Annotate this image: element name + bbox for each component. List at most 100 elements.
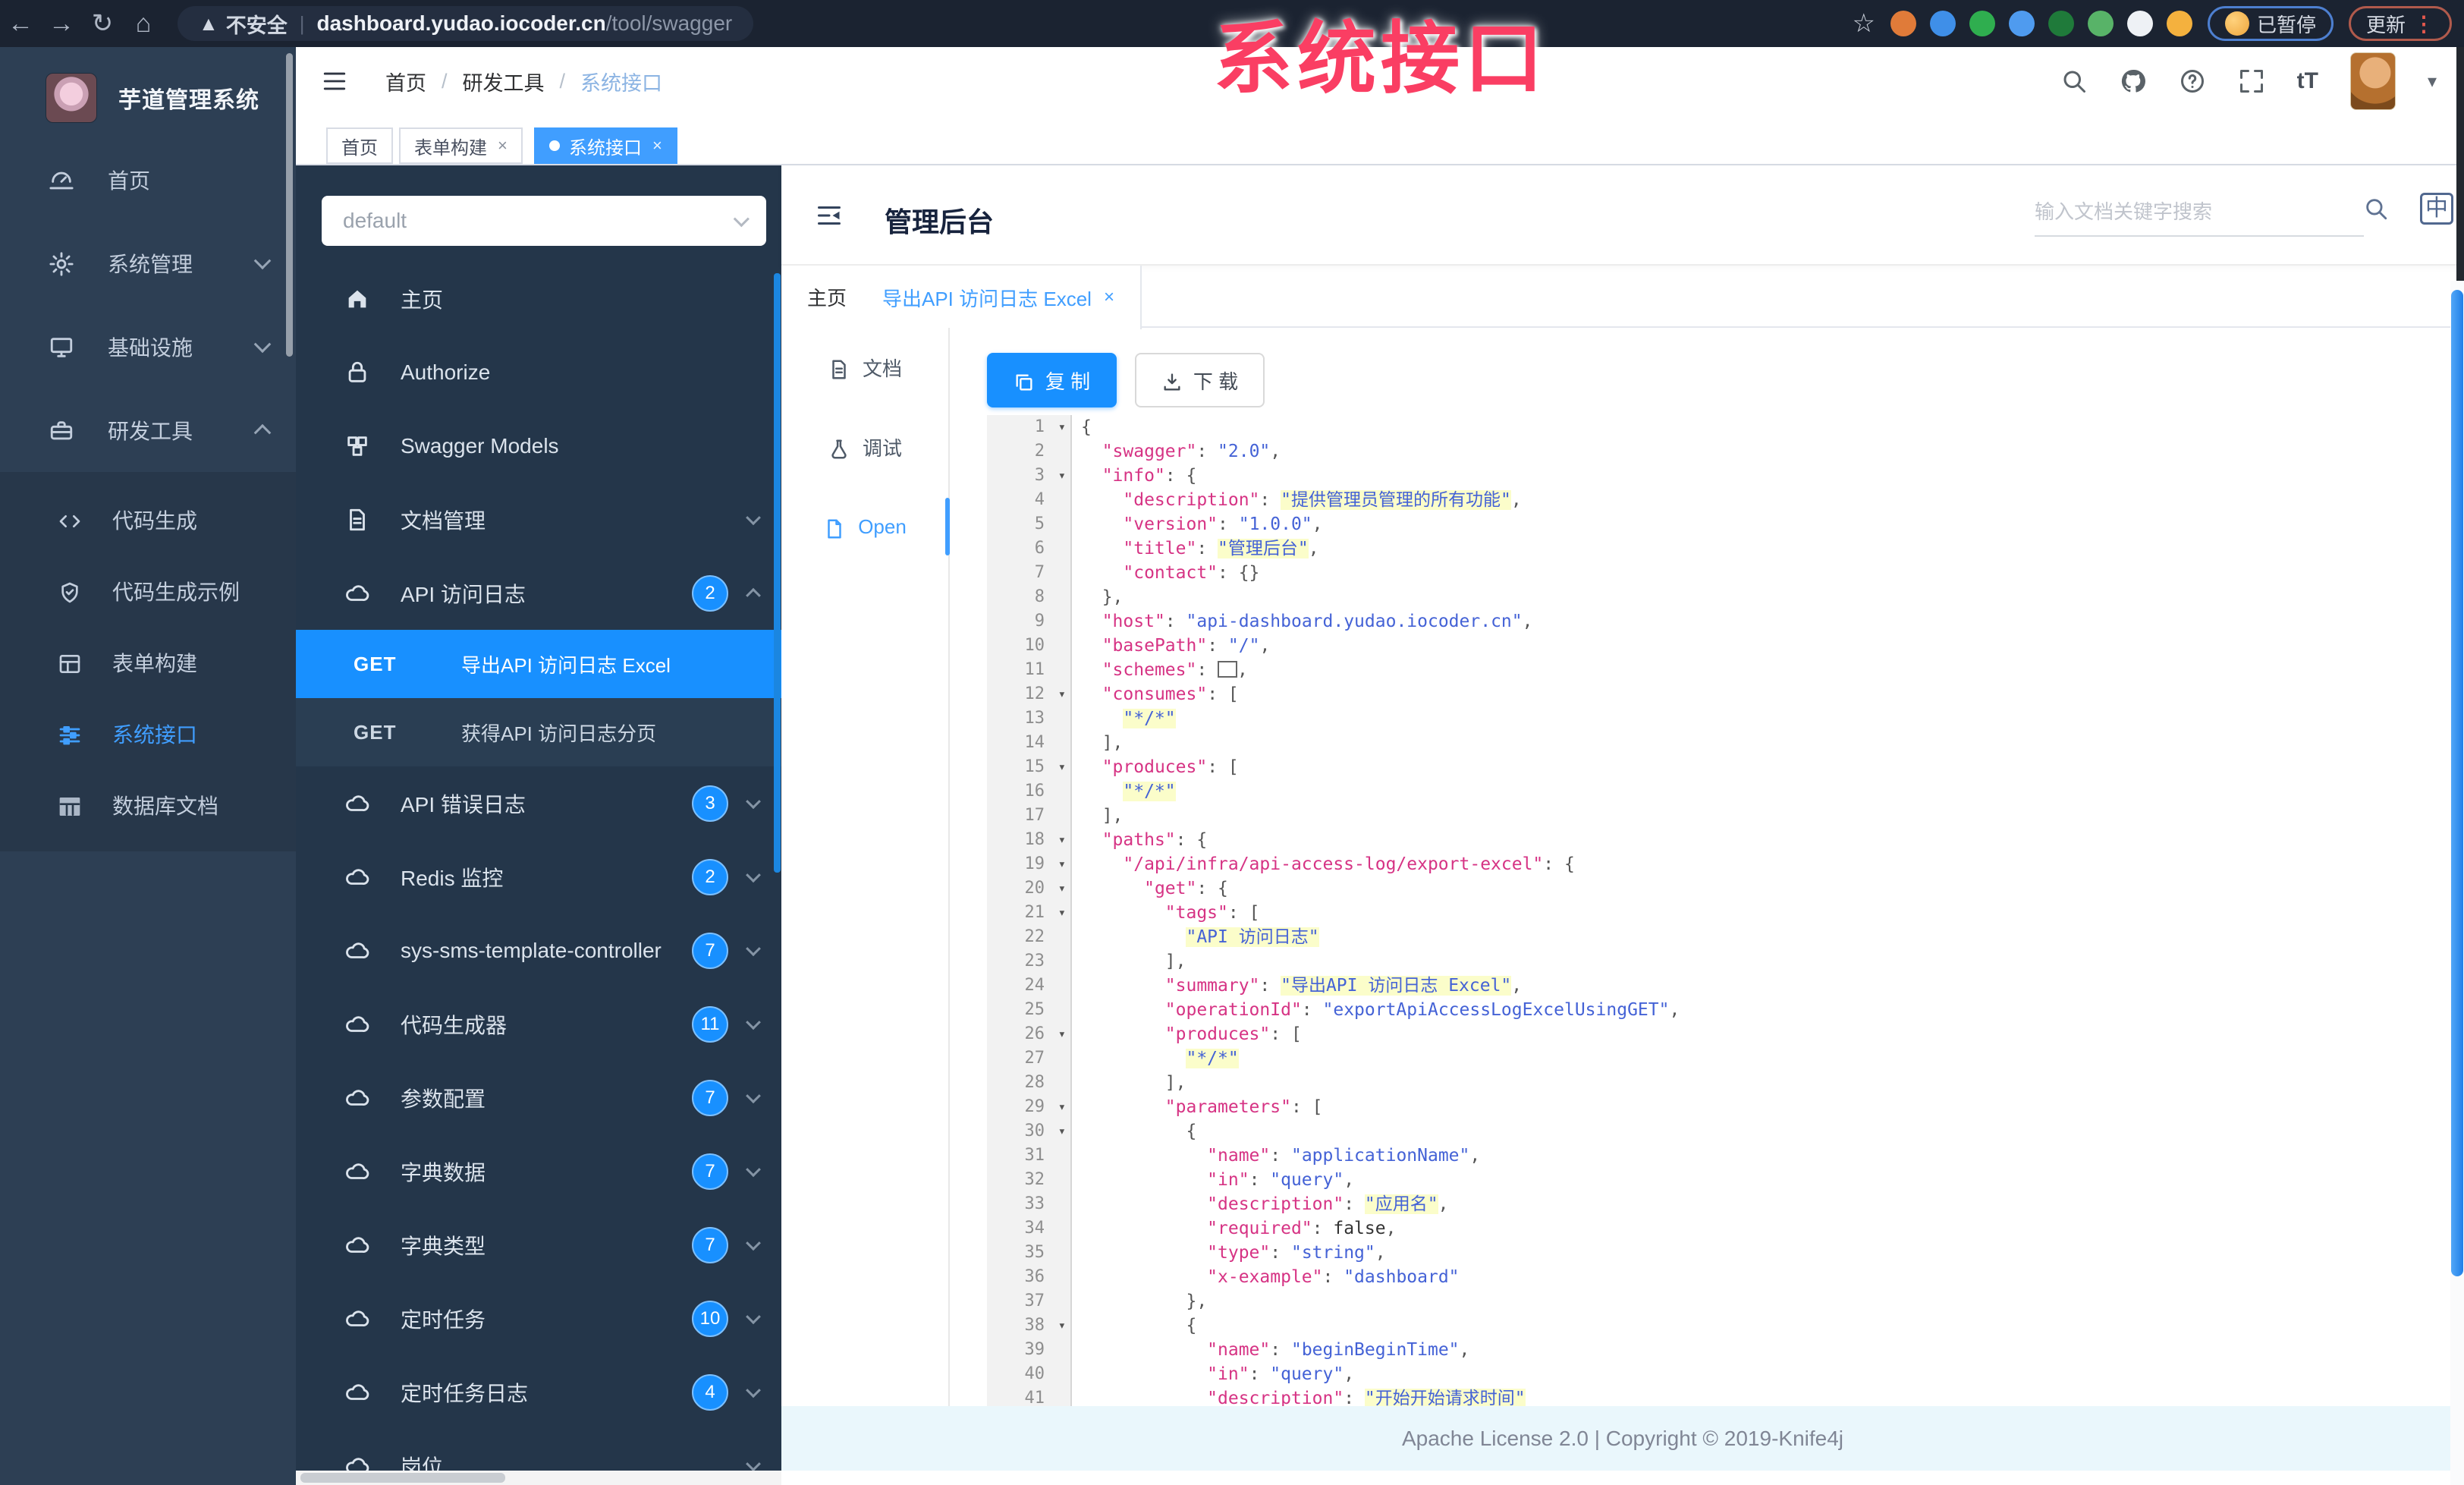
url-host[interactable]: dashboard.yudao.iocoder.cn <box>317 11 606 36</box>
tag-表单构建[interactable]: 表单构建 × <box>399 127 523 164</box>
download-button[interactable]: 下 载 <box>1135 353 1265 407</box>
fold-arrow-icon[interactable]: ▾ <box>1058 828 1066 852</box>
code-line: 27 "*/*" <box>987 1046 2464 1071</box>
sidebar-scrollbar[interactable] <box>286 53 293 357</box>
ext-drop-extension-icon[interactable] <box>1929 11 1956 36</box>
main-scrollbar-thumb[interactable] <box>2451 290 2463 1276</box>
ext-leaf-extension-icon[interactable] <box>2087 11 2114 36</box>
fold-arrow-icon[interactable]: ▾ <box>1058 1095 1066 1119</box>
api-group-API 错误日志[interactable]: API 错误日志 3 <box>296 766 781 840</box>
code-line: 41 "description": "开始开始请求时间" <box>987 1386 2464 1406</box>
mini-nav-调试[interactable]: 调试 <box>781 407 948 487</box>
ext-git-extension-icon[interactable] <box>2048 11 2074 36</box>
avatar-caret-icon[interactable]: ▾ <box>2428 71 2437 93</box>
line-number: 34 <box>987 1216 1072 1241</box>
browser-forward-icon[interactable]: → <box>41 9 82 39</box>
breadcrumb-item[interactable]: 研发工具 <box>463 67 545 96</box>
help-icon[interactable] <box>2179 68 2206 95</box>
ext-green-extension-icon[interactable] <box>1969 11 1995 36</box>
paused-badge[interactable]: 已暂停 <box>2207 6 2334 41</box>
close-icon[interactable]: × <box>498 136 508 156</box>
update-button[interactable]: 更新 ⋮ <box>2348 6 2452 41</box>
copy-button[interactable]: 复 制 <box>987 353 1117 407</box>
tag-系统接口[interactable]: 系统接口 × <box>534 127 677 164</box>
url-path[interactable]: /tool/swagger <box>606 11 733 36</box>
search-icon[interactable] <box>2363 196 2389 222</box>
code-line: 24 "summary": "导出API 访问日志 Excel", <box>987 974 2464 998</box>
api-group-字典数据[interactable]: 字典数据 7 <box>296 1134 781 1208</box>
api-group-主页[interactable]: 主页 <box>296 262 781 335</box>
fold-arrow-icon[interactable]: ▾ <box>1058 682 1066 706</box>
close-icon[interactable]: × <box>1104 287 1114 308</box>
sidebar-item-基础设施[interactable]: 基础设施 <box>0 305 296 389</box>
collapse-icon[interactable] <box>814 202 844 229</box>
api-group-定时任务[interactable]: 定时任务 10 <box>296 1282 781 1355</box>
security-label[interactable]: 不安全 <box>226 9 288 39</box>
api-group-Authorize[interactable]: Authorize <box>296 335 781 409</box>
api-group-sys-sms-template-controller[interactable]: sys-sms-template-controller 7 <box>296 914 781 987</box>
ext-orange-extension-icon[interactable] <box>1890 11 1916 36</box>
bookmark-star-icon[interactable]: ☆ <box>1852 8 1875 39</box>
sidebar-subitem-代码生成示例[interactable]: 代码生成示例 <box>0 555 296 627</box>
address-bar[interactable]: ▲ 不安全 | dashboard.yudao.iocoder.cn /tool… <box>178 6 754 41</box>
fullscreen-icon[interactable] <box>2238 68 2265 95</box>
github-icon[interactable] <box>2120 68 2147 95</box>
breadcrumb-item[interactable]: 首页 <box>385 67 426 96</box>
mini-nav-Open[interactable]: Open <box>781 487 950 567</box>
api-group-文档管理[interactable]: 文档管理 <box>296 483 781 556</box>
api-group-代码生成器[interactable]: 代码生成器 11 <box>296 987 781 1061</box>
api-operation-获得API 访问日志分页[interactable]: GET 获得API 访问日志分页 <box>296 698 781 766</box>
line-number: 31 <box>987 1144 1072 1168</box>
fold-arrow-icon[interactable]: ▾ <box>1058 852 1066 876</box>
browser-reload-icon[interactable]: ↻ <box>82 8 123 39</box>
fold-arrow-icon[interactable]: ▾ <box>1058 1314 1066 1338</box>
sidebar-item-研发工具[interactable]: 研发工具 <box>0 389 296 472</box>
mini-nav-文档[interactable]: 文档 <box>781 328 948 407</box>
fold-arrow-icon[interactable]: ▾ <box>1058 1022 1066 1046</box>
api-group-参数配置[interactable]: 参数配置 7 <box>296 1061 781 1134</box>
browser-menu-icon[interactable]: ⋮ <box>2413 11 2434 36</box>
line-number: 9 <box>987 609 1072 634</box>
fold-arrow-icon[interactable]: ▾ <box>1058 415 1066 439</box>
api-group-API 访问日志[interactable]: API 访问日志 2 <box>296 556 781 630</box>
font-size-icon[interactable]: tT <box>2297 68 2318 94</box>
fold-arrow-icon[interactable]: ▾ <box>1058 1119 1066 1144</box>
api-group-字典类型[interactable]: 字典类型 7 <box>296 1208 781 1282</box>
search-icon[interactable] <box>2060 68 2088 95</box>
api-group-select[interactable]: default <box>322 196 766 246</box>
app-logo[interactable]: 芋道管理系统 <box>0 47 296 138</box>
close-icon[interactable]: × <box>652 136 662 156</box>
fold-arrow-icon[interactable]: ▾ <box>1058 876 1066 901</box>
fold-arrow-icon[interactable]: ▾ <box>1058 755 1066 779</box>
sidebar-subitem-系统接口[interactable]: 系统接口 <box>0 698 296 769</box>
fold-arrow-icon[interactable]: ▾ <box>1058 901 1066 925</box>
code-editor[interactable]: 1 ▾{2 "swagger": "2.0", 3 ▾ "info": {4 "des… <box>987 415 2464 1406</box>
line-number: 35 <box>987 1241 1072 1265</box>
ext-star-extension-icon[interactable] <box>2126 11 2153 36</box>
swagger-sidebar-scrollbar[interactable] <box>774 273 781 873</box>
language-toggle[interactable]: 中 <box>2420 193 2453 225</box>
ext-face-extension-icon[interactable] <box>2166 11 2192 36</box>
browser-back-icon[interactable]: ← <box>0 9 41 39</box>
sidebar-subitem-数据库文档[interactable]: 数据库文档 <box>0 769 296 841</box>
api-group-Swagger Models[interactable]: Swagger Models <box>296 409 781 483</box>
api-operation-导出API 访问日志 Excel[interactable]: GET 导出API 访问日志 Excel <box>296 630 781 698</box>
chevron-down-icon <box>746 793 761 809</box>
doc-tab-导出API 访问日志 Excel[interactable]: 导出API 访问日志 Excel × <box>856 266 1142 329</box>
api-group-Redis 监控[interactable]: Redis 监控 2 <box>296 840 781 914</box>
ext-grid-extension-icon[interactable] <box>2008 11 2035 36</box>
doc-search-input[interactable] <box>2035 188 2364 237</box>
doc-tab-label: 主页 <box>807 286 847 310</box>
sidebar-subitem-代码生成[interactable]: 代码生成 <box>0 484 296 555</box>
swagger-sidebar-hscroll-thumb[interactable] <box>300 1473 505 1483</box>
sidebar-item-系统管理[interactable]: 系统管理 <box>0 222 296 305</box>
avatar[interactable] <box>2349 52 2396 110</box>
browser-home-icon[interactable]: ⌂ <box>123 9 164 39</box>
tag-首页[interactable]: 首页 <box>326 127 393 164</box>
api-group-定时任务日志[interactable]: 定时任务日志 4 <box>296 1355 781 1429</box>
sidebar-item-首页[interactable]: 首页 <box>0 138 296 222</box>
hamburger-icon[interactable] <box>320 68 349 94</box>
sidebar-subitem-表单构建[interactable]: 表单构建 <box>0 627 296 698</box>
fold-arrow-icon[interactable]: ▾ <box>1058 464 1066 488</box>
fold-placeholder[interactable] <box>1218 661 1238 678</box>
